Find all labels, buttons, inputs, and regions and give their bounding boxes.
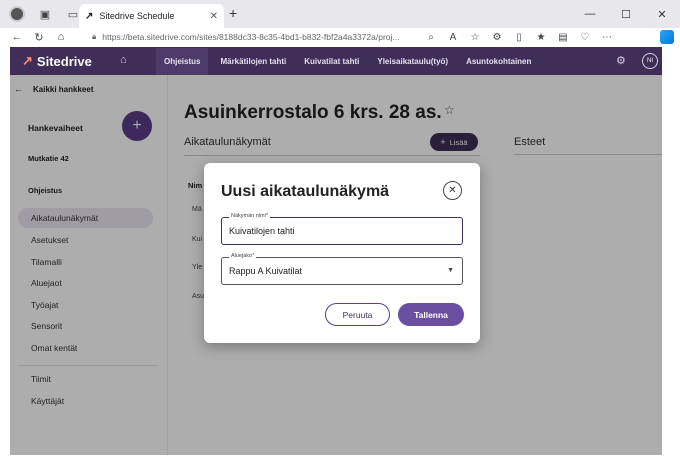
favorites-icon[interactable]: ★: [530, 32, 552, 43]
dialog-close-icon[interactable]: ✕: [443, 181, 462, 200]
app-header: ↗ Sitedrive ⌂ Ohjeistus Märkätilojen tah…: [10, 47, 662, 75]
sitedrive-logo-icon: ↗: [22, 53, 33, 68]
home-browser-icon[interactable]: ⌂: [50, 31, 72, 43]
settings-gear-icon[interactable]: ⚙: [616, 54, 626, 67]
performance-icon[interactable]: ♡: [574, 32, 596, 43]
nav-markatilojen-tahti[interactable]: Märkätilojen tahti: [220, 57, 286, 66]
workspaces-icon[interactable]: ▣: [34, 3, 56, 25]
maximize-icon[interactable]: ☐: [608, 0, 644, 28]
window-controls: — ☐ ✕: [572, 0, 680, 28]
nav-yleisaikataulu[interactable]: Yleisaikataulu(työ): [377, 57, 448, 66]
sitedrive-favicon-icon: ↗: [85, 10, 94, 22]
nav-ohjeistus[interactable]: Ohjeistus: [156, 47, 209, 75]
copilot-icon[interactable]: [660, 30, 674, 44]
url-text: https://beta.sitedrive.com/sites/8188dc3…: [102, 32, 400, 42]
browser-tab[interactable]: ↗ Sitedrive Schedule ✕: [79, 4, 224, 28]
sitedrive-logo[interactable]: ↗ Sitedrive: [22, 53, 92, 69]
top-navigation: Ohjeistus Märkätilojen tahti Kuivatilat …: [156, 47, 549, 75]
back-icon[interactable]: ←: [6, 31, 28, 43]
area-division-value: Rappu A Kuivatilat: [229, 266, 303, 276]
zoom-icon[interactable]: ⌕: [420, 32, 442, 43]
area-division-label: Aluejako*: [229, 253, 257, 259]
nav-asuntokohtainen[interactable]: Asuntokohtainen: [466, 57, 531, 66]
more-icon[interactable]: ⋯: [596, 32, 618, 43]
view-name-field[interactable]: Näkymän nimi*: [221, 213, 463, 245]
address-bar-row: ← ↻ ⌂ 🔒︎ https://beta.sitedrive.com/site…: [0, 28, 680, 46]
favorite-star-icon[interactable]: ☆: [464, 32, 486, 43]
new-view-dialog: Uusi aikataulunäkymä ✕ Näkymän nimi* Alu…: [204, 163, 480, 343]
tab-title: Sitedrive Schedule: [99, 11, 175, 21]
cancel-button[interactable]: Peruuta: [325, 303, 390, 326]
split-screen-icon[interactable]: ▯: [508, 32, 530, 43]
minimize-icon[interactable]: —: [572, 0, 608, 28]
chevron-down-icon: ▼: [447, 267, 454, 274]
view-name-label: Näkymän nimi*: [229, 213, 270, 219]
lock-icon: 🔒︎: [92, 32, 97, 41]
dialog-title: Uusi aikataulunäkymä: [221, 183, 390, 200]
tab-close-icon[interactable]: ✕: [210, 11, 218, 22]
refresh-icon[interactable]: ↻: [28, 31, 50, 44]
url-field[interactable]: 🔒︎ https://beta.sitedrive.com/sites/8188…: [92, 28, 442, 46]
area-division-select[interactable]: Aluejako* Rappu A Kuivatilat ▼: [221, 253, 463, 285]
window-close-icon[interactable]: ✕: [644, 0, 680, 28]
new-tab-icon[interactable]: +: [229, 5, 237, 21]
read-aloud-icon[interactable]: A: [442, 32, 464, 43]
collections-icon[interactable]: ▤: [552, 32, 574, 43]
extensions-icon[interactable]: ⚙: [486, 32, 508, 43]
profile-avatar[interactable]: [6, 3, 28, 25]
home-icon[interactable]: ⌂: [120, 54, 127, 66]
view-name-input[interactable]: [229, 226, 455, 236]
save-button[interactable]: Tallenna: [398, 303, 464, 326]
user-avatar[interactable]: NI: [642, 53, 658, 69]
nav-kuivatilat-tahti[interactable]: Kuivatilat tahti: [304, 57, 359, 66]
